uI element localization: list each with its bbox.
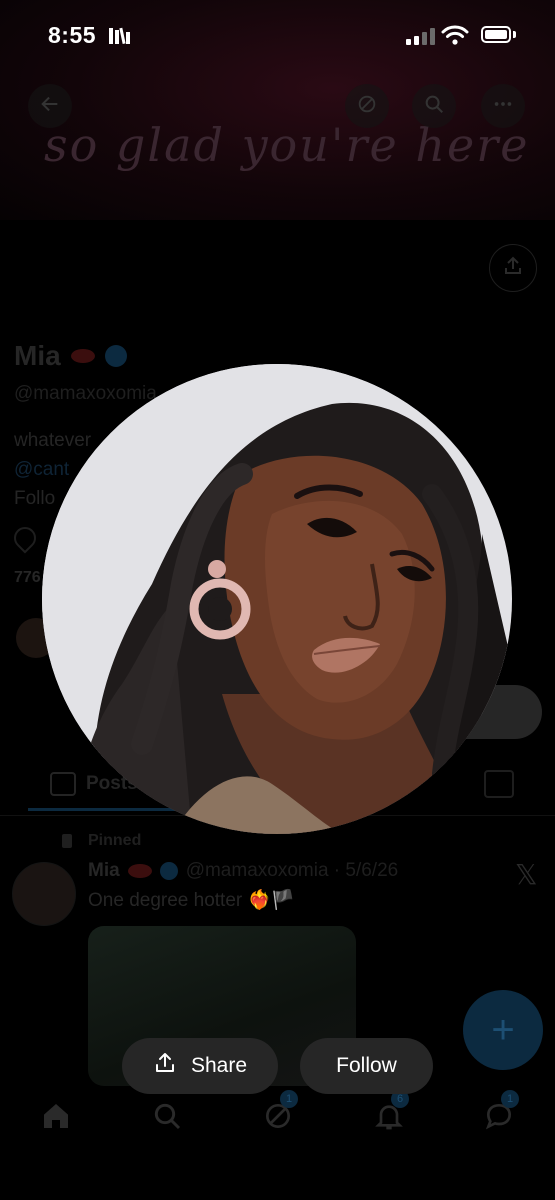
messages-icon [483, 1103, 515, 1136]
more-icon [492, 93, 514, 120]
posts-tab-icon [50, 772, 76, 796]
nav-notifications[interactable]: 6 [373, 1090, 409, 1132]
battery-icon [481, 26, 511, 43]
lips-emoji-icon [127, 864, 152, 878]
home-icon [40, 1104, 72, 1136]
share-button[interactable]: Share [122, 1038, 278, 1094]
follow-button-label: Follow [336, 1054, 397, 1077]
search-icon [423, 93, 445, 120]
wifi-icon [441, 24, 469, 51]
grok-button[interactable] [345, 84, 389, 128]
messages-badge: 1 [501, 1090, 519, 1108]
following-count[interactable]: 776 [14, 569, 41, 587]
bottom-navigation: 1 6 1 [0, 1090, 555, 1150]
pinned-label: Pinned [88, 832, 142, 849]
profile-bio-line: whatever [14, 430, 92, 451]
post-handle-date: @mamaxoxomia · 5/6/26 [185, 860, 399, 881]
more-button[interactable] [481, 84, 525, 128]
pin-icon [62, 834, 72, 848]
verified-badge-icon [159, 862, 178, 880]
nav-messages[interactable]: 1 [483, 1090, 519, 1132]
post-author-avatar[interactable] [12, 862, 76, 926]
cellular-signal-icon [406, 28, 435, 45]
nav-home[interactable] [40, 1100, 72, 1132]
battery-tip [513, 31, 516, 38]
profile-handle: @mamaxoxomia [14, 383, 157, 404]
share-button-label: Share [190, 1054, 248, 1077]
post-text: One degree hotter ❤️‍🔥🏴 [88, 890, 295, 911]
profile-share-button[interactable] [489, 244, 537, 292]
profile-bio-mention[interactable]: @cant [14, 459, 69, 481]
verified-badge-icon [104, 345, 127, 367]
bell-icon [373, 1105, 405, 1136]
post-header: Mia @mamaxoxomia · 5/6/26 [88, 860, 398, 882]
grok-icon [262, 1104, 294, 1136]
profile-bio-line: Follo [14, 488, 56, 509]
library-icon [108, 26, 132, 51]
plus-icon: + [491, 1008, 515, 1052]
profile-photo-illustration [42, 364, 512, 834]
tab-media[interactable] [484, 770, 514, 798]
status-time: 8:55 [48, 22, 97, 48]
search-button[interactable] [412, 84, 456, 128]
x-logo-icon: 𝕏 [515, 859, 538, 890]
location-icon [9, 522, 41, 554]
grok-icon [356, 93, 378, 120]
grok-badge: 1 [280, 1090, 298, 1108]
nav-search[interactable] [151, 1100, 183, 1132]
follow-button[interactable]: Follow [300, 1038, 433, 1094]
lips-emoji-icon [70, 349, 95, 363]
arrow-left-icon [39, 93, 61, 120]
compose-button[interactable]: + [463, 990, 543, 1070]
enlarged-profile-photo [42, 364, 512, 834]
active-tab-indicator [28, 808, 178, 811]
banner-neon-sign: so glad you're here [44, 118, 530, 172]
status-bar: 8:55 [0, 0, 555, 74]
search-icon [151, 1103, 183, 1136]
upload-icon [501, 254, 525, 283]
back-button[interactable] [28, 84, 72, 128]
share-icon [153, 1051, 177, 1081]
post-author-name[interactable]: Mia [88, 860, 120, 882]
profile-name: Mia [14, 340, 127, 372]
nav-grok[interactable]: 1 [262, 1090, 298, 1132]
